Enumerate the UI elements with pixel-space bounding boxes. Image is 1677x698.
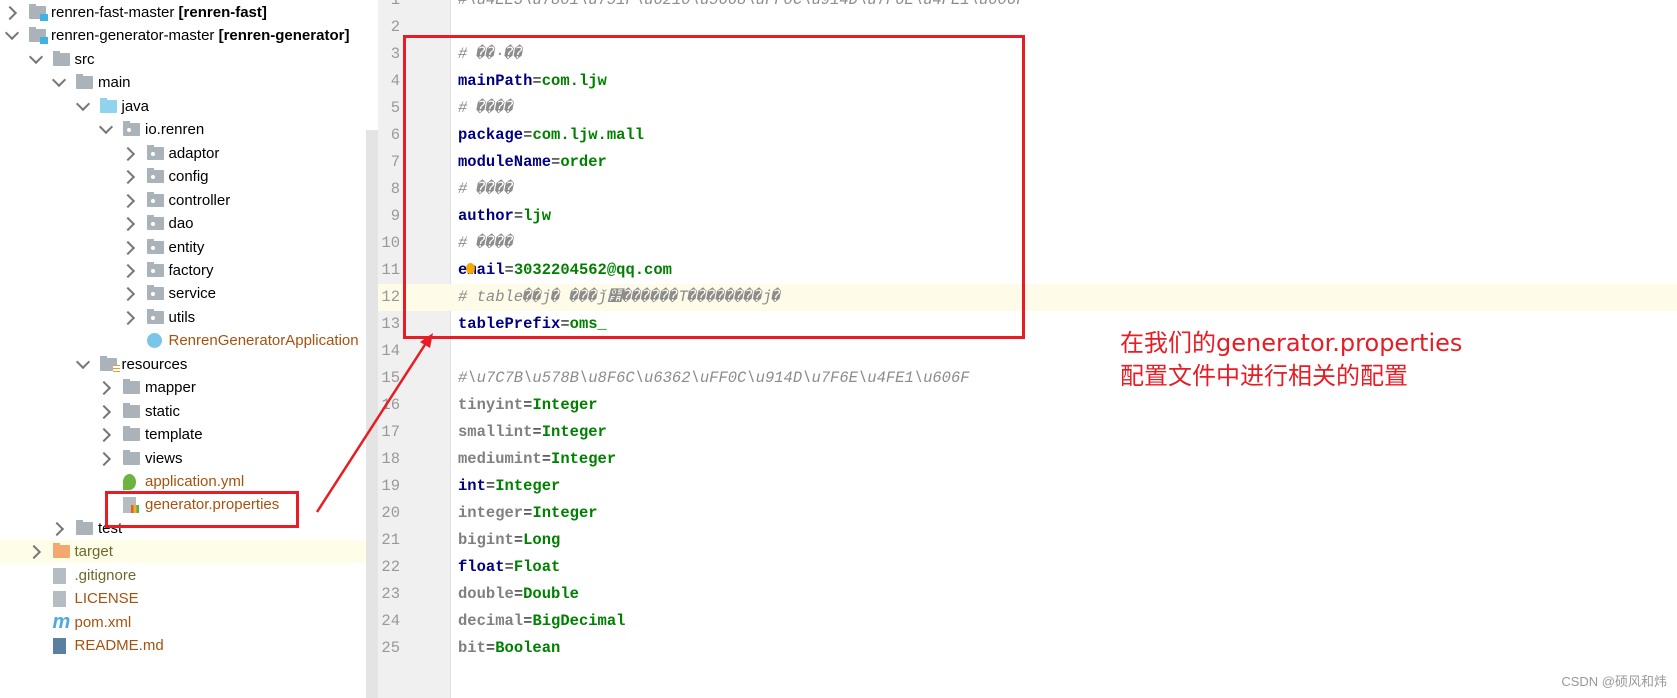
annotation-note: 在我们的generator.properties 配置文件中进行相关的配置 xyxy=(1120,327,1462,393)
annotation-line-1: 在我们的generator.properties xyxy=(1120,329,1463,357)
watermark: CSDN @硕风和炜 xyxy=(1561,674,1667,689)
annotation-line-2: 配置文件中进行相关的配置 xyxy=(1120,362,1408,390)
